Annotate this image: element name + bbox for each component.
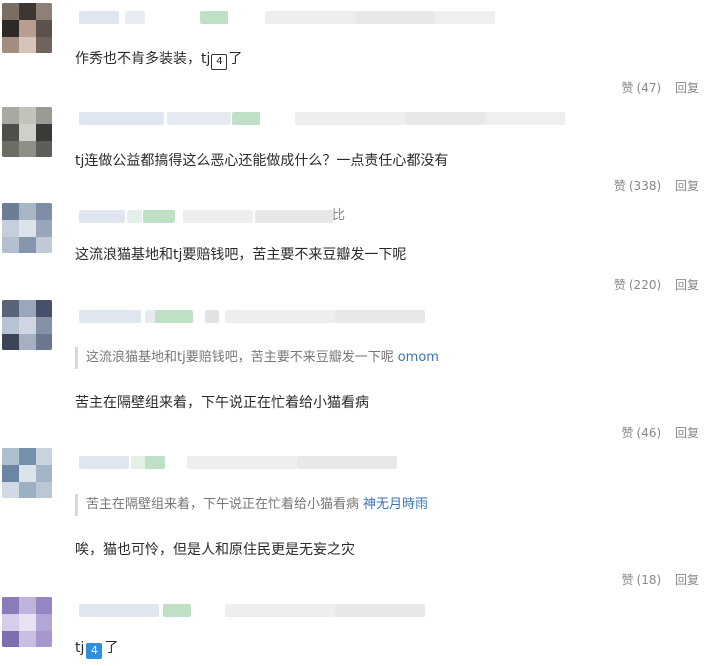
comment-item: 这流浪猫基地和tj要赔钱吧，苦主要不来豆瓣发一下呢 omom 苦主在隔壁组来着，下… (0, 300, 719, 445)
like-button[interactable]: 赞 (46) (622, 426, 662, 440)
avatar[interactable] (2, 597, 52, 647)
author-info[interactable] (75, 109, 615, 127)
avatar[interactable] (2, 3, 52, 53)
author-name-fragment: 比 (332, 208, 346, 223)
reply-button[interactable]: 回复 (675, 426, 699, 440)
reply-button[interactable]: 回复 (675, 278, 699, 292)
comment-item: tj连做公益都搞得这么恶心还能做成什么？一点责任心都没有 赞 (338) 回复 (0, 100, 719, 200)
comment-list: 作秀也不肯多装装，tj 4 了 赞 (47) 回复 tj连做公益都搞得这么恶心还… (0, 0, 719, 666)
like-count: (46) (636, 426, 662, 440)
comment-text: tj 4 了 (75, 640, 119, 659)
comment-item: tj 4 了 (0, 590, 719, 666)
comment-text: tj连做公益都搞得这么恶心还能做成什么？一点责任心都没有 (75, 153, 449, 169)
quoted-text: 这流浪猫基地和tj要赔钱吧，苦主要不来豆瓣发一下呢 (86, 350, 394, 365)
avatar[interactable] (2, 448, 52, 498)
like-count: (18) (636, 573, 662, 587)
comment-actions: 赞 (338) 回复 (614, 177, 699, 194)
comment-item: 苦主在隔壁组来着，下午说正在忙着给小猫看病 神无月時雨 唉，猫也可怜，但是人和原住… (0, 445, 719, 590)
comment-actions: 赞 (46) 回复 (622, 424, 700, 441)
reply-button[interactable]: 回复 (675, 179, 699, 193)
tj-logo-icon: 4 (86, 643, 103, 659)
quoted-author-link[interactable]: omom (398, 350, 439, 365)
comment-text: 苦主在隔壁组来着，下午说正在忙着给小猫看病 (75, 395, 369, 411)
comment-text: 这流浪猫基地和tj要赔钱吧，苦主要不来豆瓣发一下呢 (75, 247, 407, 263)
quoted-comment: 这流浪猫基地和tj要赔钱吧，苦主要不来豆瓣发一下呢 omom (75, 347, 439, 369)
comment-item: 比 这流浪猫基地和tj要赔钱吧，苦主要不来豆瓣发一下呢 赞 (220) 回复 (0, 200, 719, 300)
like-button[interactable]: 赞 (18) (622, 573, 662, 587)
author-info[interactable] (75, 453, 525, 471)
avatar[interactable] (2, 300, 52, 350)
author-info[interactable] (75, 8, 575, 26)
reply-button[interactable]: 回复 (675, 573, 699, 587)
like-count: (47) (636, 81, 662, 95)
like-button[interactable]: 赞 (47) (622, 81, 662, 95)
author-info[interactable]: 比 (75, 207, 375, 225)
comment-text: 唉，猫也可怜，但是人和原住民更是无妄之灾 (75, 542, 355, 558)
comment-item: 作秀也不肯多装装，tj 4 了 赞 (47) 回复 (0, 0, 719, 100)
author-info[interactable] (75, 307, 505, 325)
comment-actions: 赞 (18) 回复 (622, 571, 700, 588)
comment-actions: 赞 (47) 回复 (622, 79, 700, 96)
quoted-text: 苦主在隔壁组来着，下午说正在忙着给小猫看病 (86, 497, 360, 512)
avatar[interactable] (2, 203, 52, 253)
like-button[interactable]: 赞 (220) (614, 278, 661, 292)
like-count: (338) (628, 179, 662, 193)
comment-actions: 赞 (220) 回复 (614, 276, 699, 293)
like-button[interactable]: 赞 (338) (614, 179, 661, 193)
tj-logo-icon: 4 (211, 54, 228, 70)
author-info[interactable] (75, 601, 525, 619)
comment-text: 作秀也不肯多装装，tj 4 了 (75, 50, 242, 70)
quoted-author-link[interactable]: 神无月時雨 (363, 497, 428, 512)
like-count: (220) (628, 278, 662, 292)
avatar[interactable] (2, 107, 52, 157)
quoted-comment: 苦主在隔壁组来着，下午说正在忙着给小猫看病 神无月時雨 (75, 494, 428, 516)
reply-button[interactable]: 回复 (675, 81, 699, 95)
